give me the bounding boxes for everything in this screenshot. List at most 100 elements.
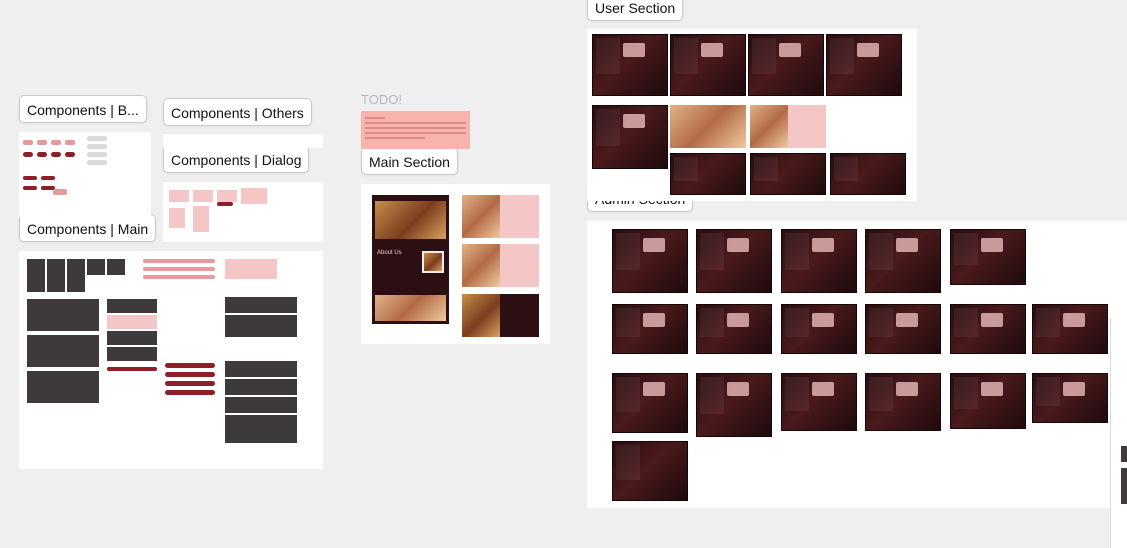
- input-sample: [87, 152, 107, 157]
- admin-screen: [865, 304, 941, 354]
- todo-text-line: [365, 132, 466, 134]
- partial-content: [1121, 468, 1127, 504]
- button-sample: [41, 176, 55, 180]
- card-sample: [107, 299, 157, 313]
- admin-screen: [612, 229, 688, 293]
- admin-screen: [781, 229, 857, 293]
- about-us-heading: About Us: [377, 250, 402, 256]
- frame-label-components-dialog[interactable]: Components | Dialog: [163, 145, 310, 173]
- form-sample: [225, 259, 277, 279]
- admin-screen: [950, 229, 1026, 285]
- list-row-sample: [165, 363, 215, 368]
- frame-user-section[interactable]: [587, 29, 917, 201]
- hero-food-image: [375, 201, 446, 239]
- admin-screen: [612, 373, 688, 433]
- user-screen: [670, 153, 746, 195]
- admin-screen: [1032, 304, 1108, 354]
- admin-screen: [696, 304, 772, 354]
- chip-sample: [53, 189, 67, 195]
- card-sample: [107, 347, 157, 361]
- screen-sample: [27, 299, 99, 331]
- list-sample: [225, 429, 297, 443]
- admin-screen: [696, 229, 772, 293]
- frame-label-user-section[interactable]: User Section: [587, 0, 684, 21]
- todo-text-line: [365, 117, 385, 119]
- pager-sample: [107, 367, 157, 371]
- button-sample: [23, 140, 33, 145]
- user-screen: [670, 34, 746, 96]
- login-food-image: [462, 195, 500, 238]
- admin-screen: [696, 373, 772, 437]
- button-sample: [37, 140, 47, 145]
- frame-label-components-main[interactable]: Components | Main: [19, 214, 157, 242]
- dialog-sample: [193, 206, 209, 232]
- list-sample: [225, 361, 297, 377]
- user-screen: [592, 105, 668, 169]
- admin-screen: [781, 304, 857, 354]
- button-sample: [23, 186, 37, 190]
- dialog-sample: [169, 208, 185, 228]
- user-settings-screen: [750, 105, 826, 148]
- sidebar-sample: [107, 259, 125, 275]
- list-row-sample: [165, 390, 215, 395]
- frame-label-components-basic[interactable]: Components | B...: [19, 95, 147, 123]
- footer-food-image: [375, 295, 446, 321]
- user-screen: [830, 153, 906, 195]
- button-sample: [51, 140, 61, 145]
- list-sample: [225, 397, 297, 413]
- frame-components-basic[interactable]: [19, 132, 151, 217]
- row-sample: [143, 275, 215, 279]
- row-sample: [143, 259, 215, 263]
- admin-screen: [950, 373, 1026, 429]
- user-screen: [750, 153, 826, 195]
- login-page-preview: [462, 195, 539, 238]
- frame-admin-section[interactable]: [587, 221, 1127, 508]
- dialog-button-sample: [217, 202, 233, 206]
- button-sample: [23, 152, 33, 157]
- user-screen: [592, 34, 668, 96]
- dialog-sample: [169, 190, 189, 202]
- todo-text-line: [365, 137, 425, 139]
- sidebar-sample: [87, 259, 105, 275]
- frame-label-components-others[interactable]: Components | Others: [163, 98, 312, 126]
- register-page-preview: [462, 244, 539, 287]
- input-sample: [87, 136, 107, 141]
- todo-text-line: [365, 122, 466, 124]
- frame-components-others[interactable]: [163, 134, 323, 148]
- user-profile-screen: [670, 105, 746, 148]
- todo-text-line: [365, 127, 466, 129]
- admin-screen: [865, 229, 941, 293]
- input-sample: [87, 144, 107, 149]
- partial-content: [1121, 446, 1127, 462]
- frame-main-section[interactable]: About Us: [361, 184, 550, 344]
- button-sample: [51, 152, 61, 157]
- list-sample: [225, 315, 297, 337]
- admin-screen: [1032, 373, 1108, 423]
- admin-screen: [950, 304, 1026, 354]
- user-screen: [748, 34, 824, 96]
- admin-screen: [612, 441, 688, 501]
- button-sample: [65, 140, 75, 145]
- list-row-sample: [165, 381, 215, 386]
- button-sample: [23, 176, 37, 180]
- user-settings-image: [750, 105, 788, 148]
- card-sample: [107, 315, 157, 329]
- register-food-image: [462, 244, 500, 287]
- todo-sticky-note[interactable]: [361, 111, 470, 149]
- frame-label-main-section[interactable]: Main Section: [361, 147, 458, 175]
- button-sample: [37, 152, 47, 157]
- about-food-image: [422, 251, 444, 273]
- button-sample: [65, 152, 75, 157]
- dialog-sample: [217, 190, 237, 202]
- admin-screen: [612, 304, 688, 354]
- frame-components-dialog[interactable]: [163, 182, 323, 242]
- sidebar-sample: [67, 259, 85, 292]
- frame-components-main[interactable]: [19, 251, 323, 469]
- reset-page-preview: [462, 294, 539, 337]
- frame-offscreen-partial[interactable]: [1110, 318, 1127, 548]
- reset-food-image: [462, 294, 500, 337]
- sidebar-sample: [27, 259, 45, 292]
- input-sample: [87, 160, 107, 165]
- dialog-sample: [193, 190, 213, 202]
- sidebar-sample: [47, 259, 65, 292]
